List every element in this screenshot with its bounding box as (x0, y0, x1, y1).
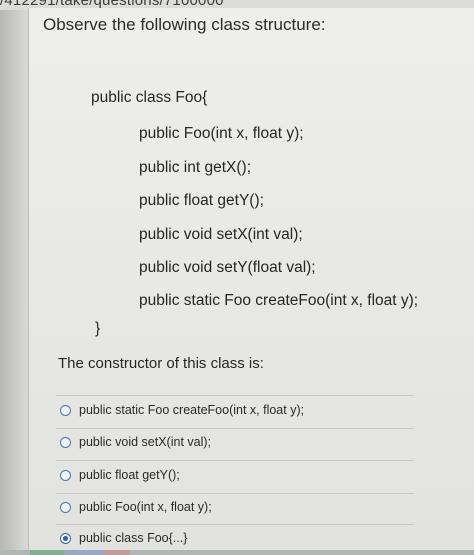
code-line: } (95, 320, 101, 337)
code-line: public void setX(int val); (139, 226, 303, 243)
radio-button-selected[interactable] (60, 532, 71, 544)
answer-option-label: public float getY(); (79, 468, 180, 482)
radio-button[interactable] (60, 404, 71, 416)
code-line: public static Foo createFoo(int x, float… (139, 292, 419, 309)
answer-option-label: public void setX(int val); (79, 435, 212, 449)
code-line: public float getY(); (139, 192, 264, 209)
radio-button[interactable] (60, 469, 71, 481)
option-divider (56, 428, 414, 429)
answer-option[interactable]: public float getY(); (60, 465, 180, 485)
option-divider (56, 524, 414, 525)
option-divider (56, 395, 414, 396)
option-divider (56, 460, 414, 461)
option-divider (56, 493, 414, 494)
answer-option-label: public static Foo createFoo(int x, float… (79, 403, 305, 417)
answer-option[interactable]: public Foo(int x, float y); (60, 497, 212, 517)
radio-button[interactable] (60, 501, 71, 513)
page-left-margin (0, 10, 28, 555)
taskbar-segment (30, 550, 64, 555)
question-prompt: The constructor of this class is: (58, 355, 264, 372)
code-line: public int getX(); (139, 159, 251, 176)
code-line: public class Foo{ (91, 89, 208, 106)
code-line: public Foo(int x, float y); (139, 125, 304, 142)
question-title: Observe the following class structure: (43, 15, 326, 34)
answer-option-label: public Foo(int x, float y); (79, 500, 212, 514)
answer-option-label: public class Foo{...} (79, 531, 188, 545)
answer-option[interactable]: public void setX(int val); (60, 432, 211, 452)
answer-option[interactable]: public static Foo createFoo(int x, float… (60, 400, 304, 420)
taskbar-segment (64, 550, 104, 555)
panel-border (28, 8, 29, 550)
taskbar-segment (104, 550, 130, 555)
code-line: public void setY(float val); (139, 259, 316, 276)
radio-button[interactable] (60, 436, 71, 448)
answer-option-selected[interactable]: public class Foo{...} (60, 528, 187, 548)
